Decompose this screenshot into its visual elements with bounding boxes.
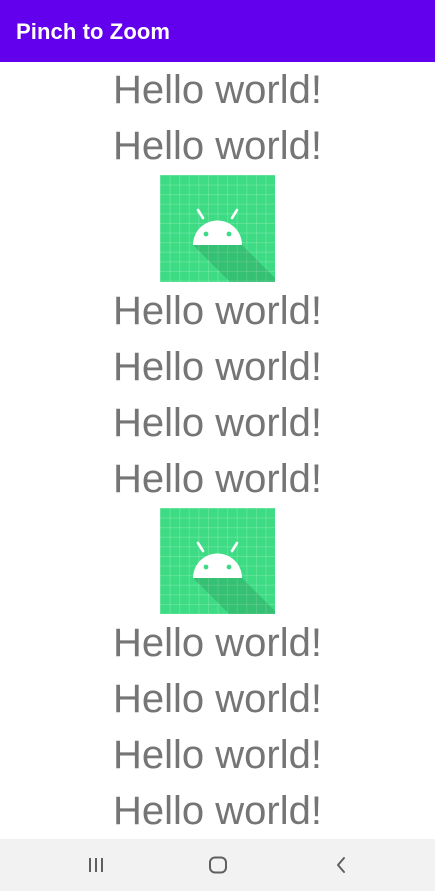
hello-text: Hello world! <box>113 68 322 112</box>
recents-icon <box>89 858 103 872</box>
recents-button[interactable] <box>76 849 116 881</box>
android-launcher-icon <box>160 507 275 614</box>
hello-text: Hello world! <box>113 621 322 665</box>
android-launcher-icon <box>160 175 275 282</box>
hello-text: Hello world! <box>113 677 322 721</box>
home-button[interactable] <box>198 849 238 881</box>
back-button[interactable] <box>321 849 361 881</box>
hello-text: Hello world! <box>113 124 322 168</box>
hello-text: Hello world! <box>113 288 322 333</box>
hello-text: Hello world! <box>113 400 322 445</box>
app-title: Pinch to Zoom <box>16 19 171 44</box>
system-nav-bar <box>0 839 435 891</box>
home-icon <box>209 856 227 874</box>
android-head-icon <box>193 541 275 614</box>
back-icon <box>337 857 345 873</box>
hello-text: Hello world! <box>113 344 322 389</box>
hello-text: Hello world! <box>113 789 322 833</box>
android-head-icon <box>193 208 275 282</box>
hello-text: Hello world! <box>113 456 322 501</box>
app-bar: Pinch to Zoom <box>0 0 435 62</box>
zoomable-content[interactable]: Hello world! Hello world! Hello world! H… <box>0 62 435 839</box>
hello-text: Hello world! <box>113 733 322 777</box>
